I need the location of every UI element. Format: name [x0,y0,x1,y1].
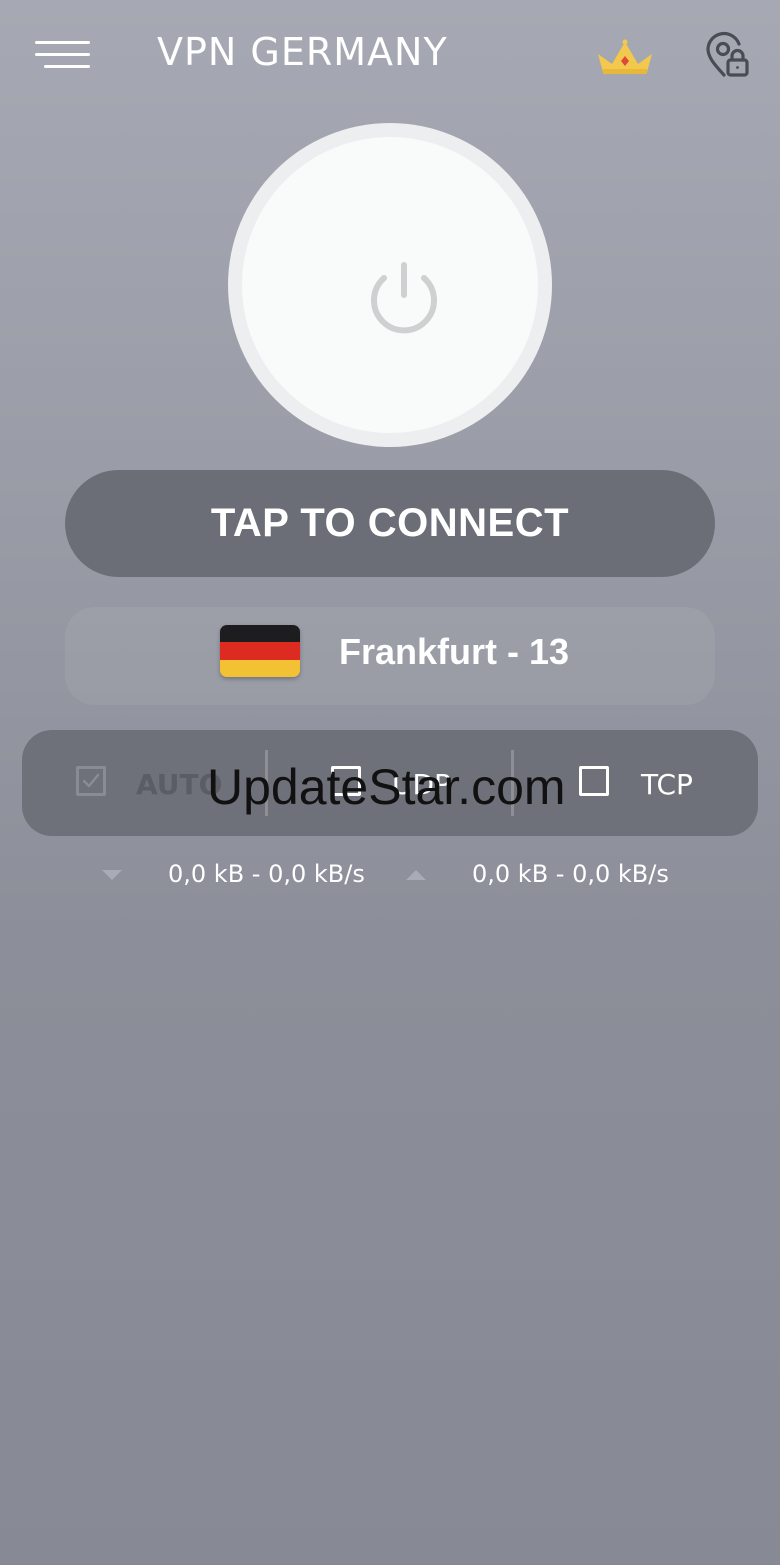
app-header: VPN GERMANY [0,0,780,110]
hamburger-menu-icon[interactable] [30,38,90,74]
auto-label: AUTO [136,768,223,801]
connect-label: TAP TO CONNECT [210,501,570,545]
download-arrow-icon [102,870,122,880]
app-title: VPN GERMANY [157,30,448,74]
server-name: Frankfurt - 13 [339,631,570,672]
server-selector[interactable]: Frankfurt - 13 [65,607,715,705]
protocol-auto-option[interactable]: AUTO [22,730,266,836]
tcp-label: TCP [641,768,693,801]
crown-icon[interactable] [596,38,654,76]
upload-arrow-icon [406,870,426,880]
udp-checkbox[interactable] [331,766,361,796]
germany-flag-icon [220,625,300,677]
protocol-tcp-option[interactable]: TCP [514,730,758,836]
tcp-checkbox[interactable] [579,766,609,796]
power-button[interactable] [228,123,552,447]
power-icon [352,247,456,351]
udp-label: UDP [392,768,451,801]
auto-checkbox[interactable] [76,766,106,796]
upload-value: 0,0 kB - 0,0 kB/s [472,860,669,888]
protocol-udp-option[interactable]: UDP [268,730,512,836]
protocol-selector: AUTO UDP TCP [22,730,758,836]
tap-to-connect-button[interactable]: TAP TO CONNECT [65,470,715,577]
location-lock-icon[interactable] [700,30,754,84]
download-value: 0,0 kB - 0,0 kB/s [168,860,365,888]
